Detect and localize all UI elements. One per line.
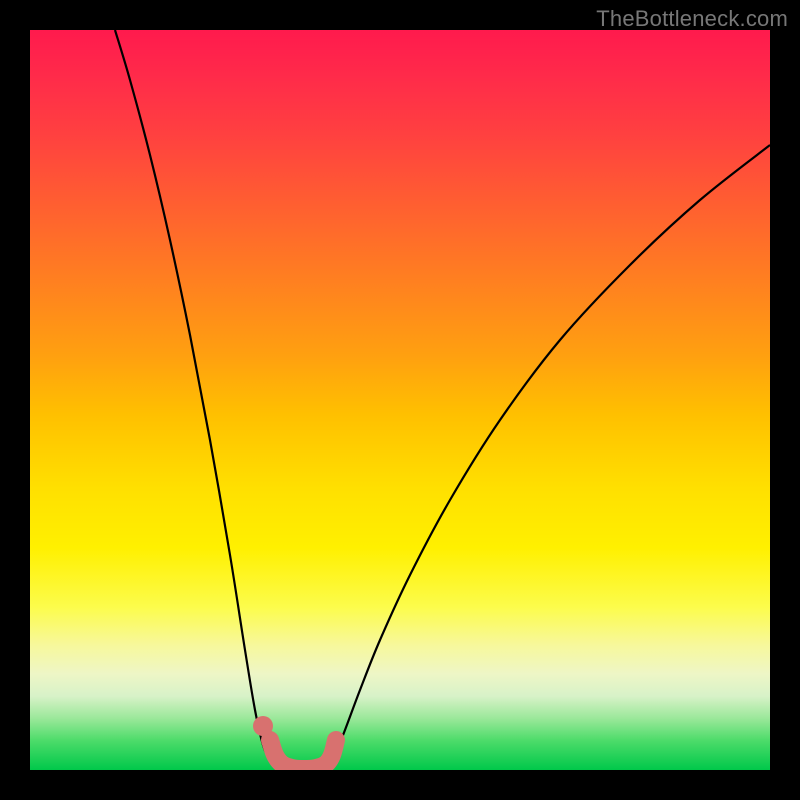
outer-frame: TheBottleneck.com — [0, 0, 800, 800]
valley-dot — [253, 716, 273, 736]
bottleneck-curve — [115, 30, 770, 770]
chart-svg — [30, 30, 770, 770]
valley-highlight-u — [270, 740, 336, 769]
watermark-text: TheBottleneck.com — [596, 6, 788, 32]
plot-area — [30, 30, 770, 770]
